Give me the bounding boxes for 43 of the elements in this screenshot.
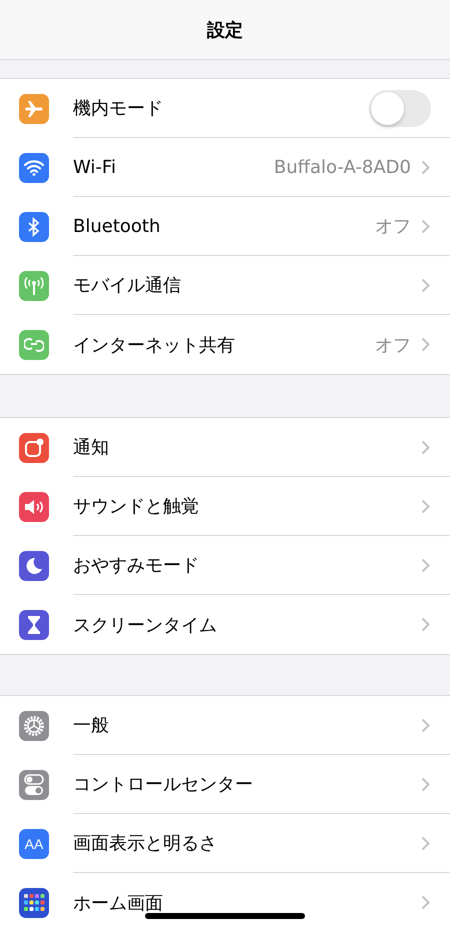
wifi-icon — [19, 152, 49, 182]
speaker-icon — [19, 492, 49, 522]
text-size-icon: AA — [19, 828, 49, 858]
hourglass-icon — [19, 610, 49, 640]
setting-label[interactable]: 通知 — [73, 435, 421, 459]
moon-icon — [19, 550, 49, 580]
airplane-icon — [19, 94, 49, 124]
setting-label[interactable]: 機内モード — [73, 96, 369, 120]
chevron-icon — [421, 337, 430, 352]
setting-label[interactable]: Bluetooth — [73, 216, 375, 236]
chevron-icon — [421, 160, 430, 174]
setting-label[interactable]: モバイル通信 — [73, 273, 421, 297]
antenna-icon — [19, 270, 49, 300]
setting-label[interactable]: おやすみモード — [73, 553, 421, 577]
chevron-icon — [421, 617, 430, 632]
bluetooth-icon — [19, 212, 49, 242]
toggle-switch[interactable] — [369, 90, 431, 126]
chevron-icon — [421, 498, 430, 514]
setting-label[interactable]: 画面表示と明るさ — [73, 831, 421, 855]
setting-value: Buffalo-A-8AD0 — [274, 156, 411, 178]
chevron-icon — [421, 440, 430, 454]
setting-label[interactable]: Wi-Fi — [73, 156, 274, 178]
setting-label[interactable]: ホーム画面 — [73, 890, 421, 914]
gear-icon — [19, 710, 49, 740]
setting-label[interactable]: 一般 — [73, 713, 421, 737]
setting-value: オフ — [375, 215, 411, 238]
chevron-icon — [421, 718, 430, 732]
page-title: 設定 — [207, 18, 243, 42]
setting-label[interactable]: インターネット共有 — [73, 332, 375, 356]
notification-icon — [19, 432, 49, 462]
chevron-icon — [421, 558, 430, 572]
setting-label[interactable]: コントロールセンター — [73, 772, 421, 796]
chevron-icon — [421, 218, 430, 234]
setting-label[interactable]: スクリーンタイム — [73, 612, 421, 636]
setting-label[interactable]: サウンドと触覚 — [73, 494, 421, 518]
switches-icon — [19, 770, 49, 800]
app-grid-icon — [19, 888, 49, 918]
chevron-icon — [421, 895, 430, 910]
chain-link-icon — [19, 330, 49, 360]
setting-value: オフ — [375, 334, 411, 356]
chevron-icon — [421, 776, 430, 792]
chevron-icon — [421, 278, 430, 292]
chevron-icon — [421, 836, 430, 850]
